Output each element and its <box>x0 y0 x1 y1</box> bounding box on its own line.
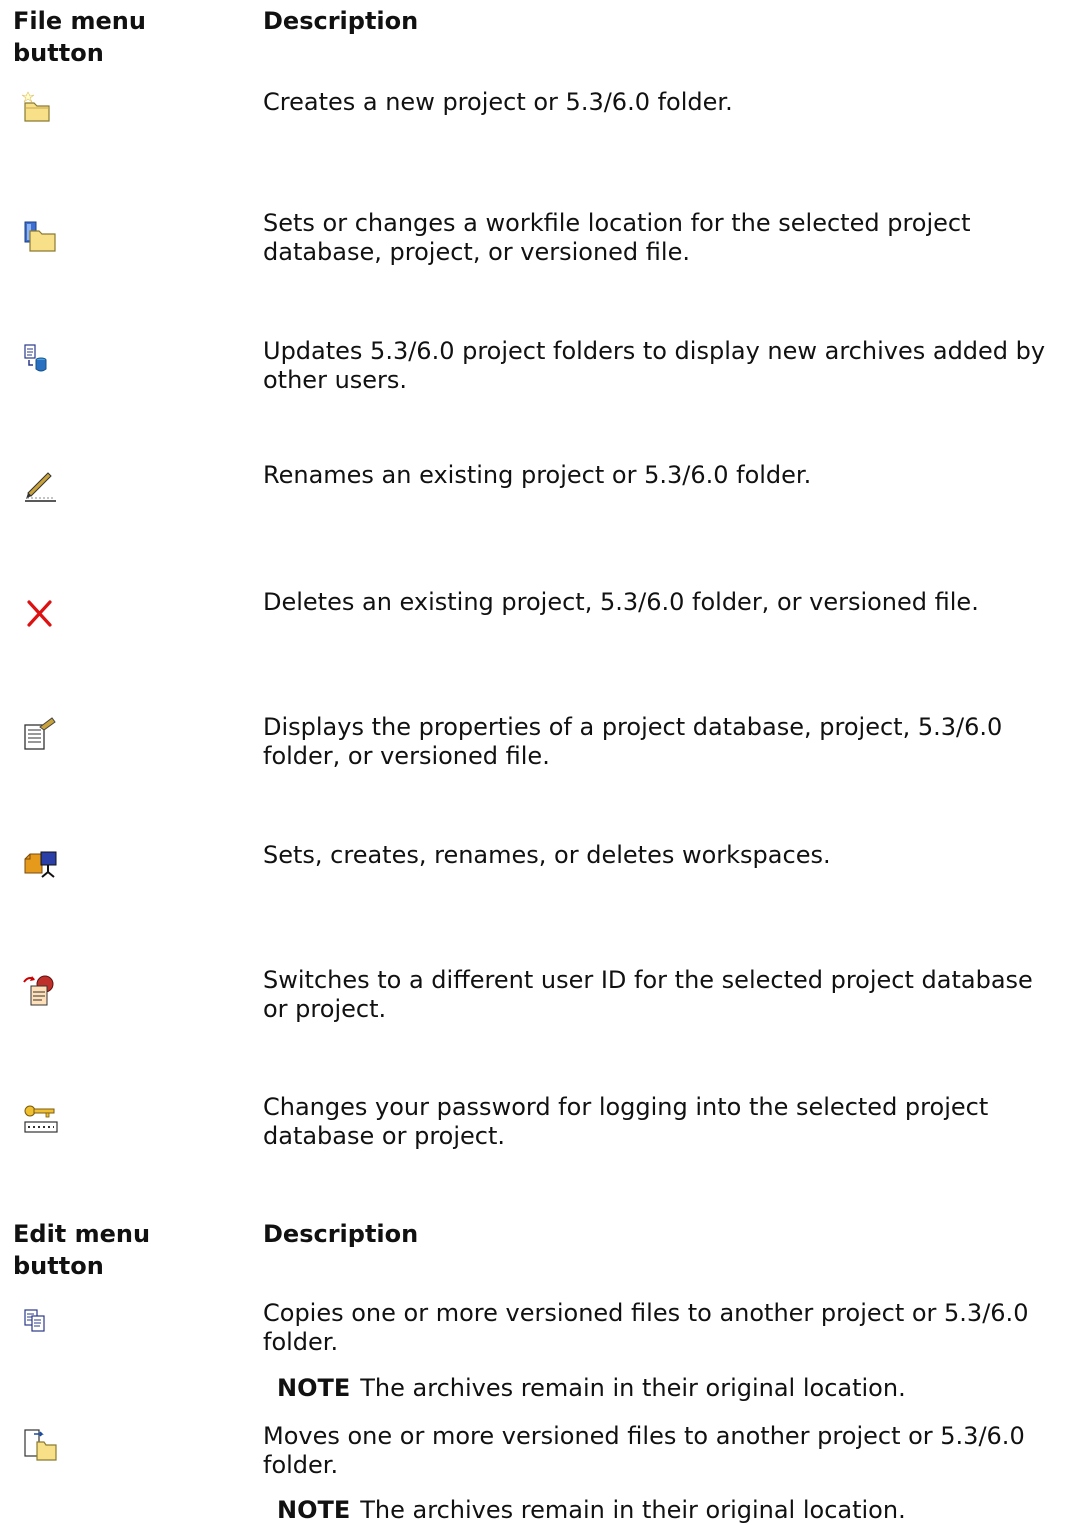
edit-row-note: NOTE The archives remain in their origina… <box>277 1374 906 1403</box>
file-row-description: Updates 5.3/6.0 project folders to displ… <box>263 337 1046 394</box>
file-row-description: Creates a new project or 5.3/6.0 folder. <box>263 88 733 116</box>
note-label: NOTE <box>277 1496 351 1524</box>
file-row-description: Displays the properties of a project dat… <box>263 713 1003 770</box>
password-key-icon <box>12 1097 58 1137</box>
note-text: The archives remain in their original lo… <box>360 1496 906 1524</box>
workspace-icon <box>12 843 58 883</box>
file-row-description: Deletes an existing project, 5.3/6.0 fol… <box>263 588 979 616</box>
refresh-project-icon <box>12 338 58 378</box>
edit-row-note: NOTE The archives remain in their origina… <box>277 1496 906 1525</box>
move-files-icon <box>12 1424 58 1464</box>
file-row-description: Changes your password for logging into t… <box>263 1093 989 1150</box>
copy-files-icon <box>12 1300 58 1340</box>
file-row-description: Sets or changes a workfile location for … <box>263 209 971 266</box>
workfile-location-icon <box>12 213 58 253</box>
file-row-description: Renames an existing project or 5.3/6.0 f… <box>263 461 812 489</box>
rename-icon <box>12 463 58 503</box>
edit-row-description: Moves one or more versioned files to ano… <box>263 1422 1025 1479</box>
edit-menu-button-header: Edit menu button <box>13 1220 151 1280</box>
edit-description-header: Description <box>263 1220 419 1248</box>
file-menu-button-header: File menu button <box>13 7 146 67</box>
new-folder-icon <box>12 88 58 128</box>
note-text: The archives remain in their original lo… <box>360 1374 906 1402</box>
delete-icon <box>12 593 58 633</box>
note-label: NOTE <box>277 1374 351 1402</box>
properties-icon <box>12 715 58 755</box>
edit-row-description: Copies one or more versioned files to an… <box>263 1299 1029 1356</box>
switch-user-icon <box>12 970 58 1010</box>
file-description-header: Description <box>263 7 419 35</box>
file-row-description: Sets, creates, renames, or deletes works… <box>263 841 831 869</box>
file-row-description: Switches to a different user ID for the … <box>263 966 1033 1023</box>
